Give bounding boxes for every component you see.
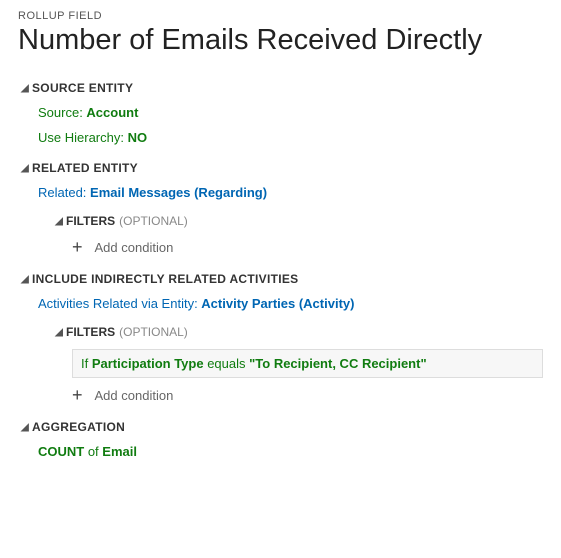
section-header-indirect[interactable]: ◢ INCLUDE INDIRECTLY RELATED ACTIVITIES [18,272,543,286]
filters-title: FILTERS [66,325,115,339]
source-line[interactable]: Source: Account [38,105,543,120]
aggregation-function: COUNT [38,444,84,459]
breadcrumb: ROLLUP FIELD [18,10,543,22]
related-value: Email Messages (Regarding) [90,185,267,200]
page-title: Number of Emails Received Directly [18,24,543,57]
filters-header[interactable]: ◢ FILTERS (OPTIONAL) [52,214,543,228]
hierarchy-line[interactable]: Use Hierarchy: NO [38,130,543,145]
filters-subsection: ◢ FILTERS (OPTIONAL) + Add condition [52,214,543,256]
via-entity-line[interactable]: Activities Related via Entity: Activity … [38,296,543,311]
filters-title: FILTERS [66,214,115,228]
filters-subsection-indirect: ◢ FILTERS (OPTIONAL) If Participation Ty… [52,325,543,404]
section-title: INCLUDE INDIRECTLY RELATED ACTIVITIES [32,272,298,286]
condition-value: "To Recipient, CC Recipient" [249,356,427,371]
filters-optional: (OPTIONAL) [119,214,188,228]
aggregation-of: of [84,444,102,459]
plus-icon: + [72,238,83,256]
section-title: AGGREGATION [32,420,125,434]
section-header-aggregation[interactable]: ◢ AGGREGATION [18,420,543,434]
source-value: Account [86,105,138,120]
section-aggregation: ◢ AGGREGATION COUNT of Email [18,420,543,459]
section-title: RELATED ENTITY [32,161,138,175]
section-header-related-entity[interactable]: ◢ RELATED ENTITY [18,161,543,175]
add-condition-button[interactable]: + Add condition [72,238,543,256]
collapse-icon: ◢ [18,83,32,94]
filter-condition-row[interactable]: If Participation Type equals "To Recipie… [72,349,543,378]
hierarchy-label: Use Hierarchy: [38,130,128,145]
section-source-entity: ◢ SOURCE ENTITY Source: Account Use Hier… [18,81,543,145]
related-line[interactable]: Related: Email Messages (Regarding) [38,185,543,200]
related-label: Related: [38,185,90,200]
via-label: Activities Related via Entity: [38,296,201,311]
collapse-icon: ◢ [18,163,32,174]
condition-operator: equals [204,356,250,371]
filters-header-indirect[interactable]: ◢ FILTERS (OPTIONAL) [52,325,543,339]
condition-if: If [81,356,92,371]
add-condition-button-indirect[interactable]: + Add condition [72,386,543,404]
hierarchy-value: NO [128,130,148,145]
section-related-entity: ◢ RELATED ENTITY Related: Email Messages… [18,161,543,256]
via-value: Activity Parties (Activity) [201,296,354,311]
collapse-icon: ◢ [18,274,32,285]
plus-icon: + [72,386,83,404]
section-header-source-entity[interactable]: ◢ SOURCE ENTITY [18,81,543,95]
section-title: SOURCE ENTITY [32,81,133,95]
add-condition-label: Add condition [95,240,174,255]
condition-field: Participation Type [92,356,204,371]
collapse-icon: ◢ [52,216,66,227]
collapse-icon: ◢ [18,422,32,433]
section-indirect-activities: ◢ INCLUDE INDIRECTLY RELATED ACTIVITIES … [18,272,543,404]
filters-optional: (OPTIONAL) [119,325,188,339]
source-label: Source: [38,105,86,120]
aggregation-field: Email [102,444,137,459]
add-condition-label: Add condition [95,388,174,403]
aggregation-line[interactable]: COUNT of Email [38,444,543,459]
collapse-icon: ◢ [52,327,66,338]
